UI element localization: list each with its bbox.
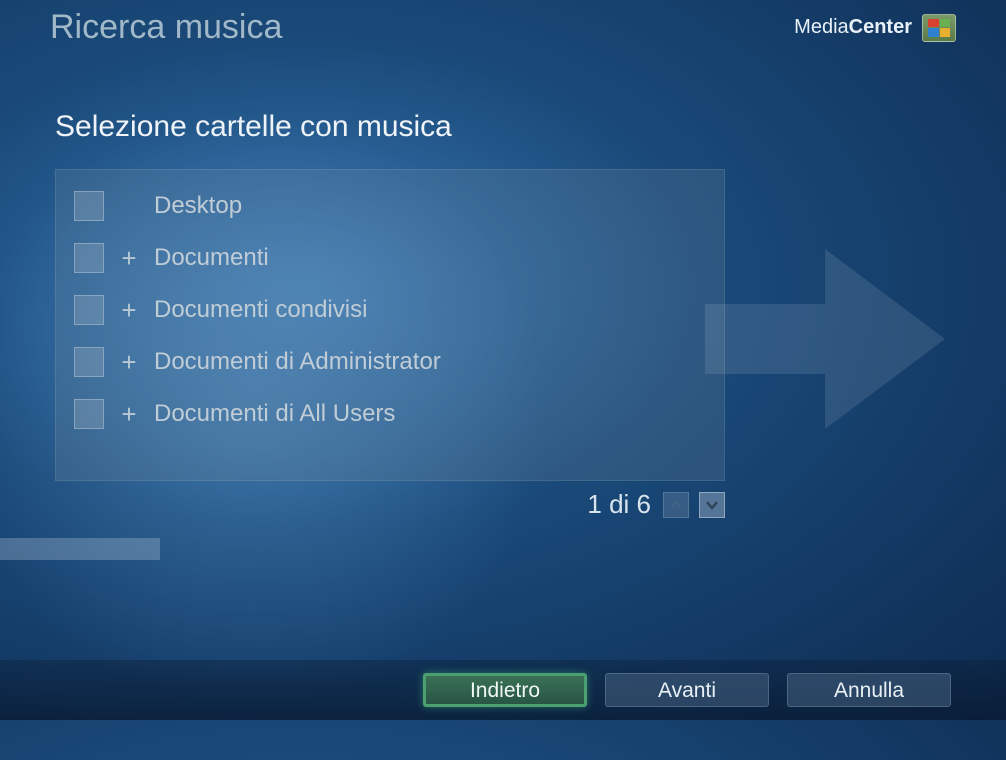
subtitle: Selezione cartelle con musica xyxy=(55,110,1006,144)
folder-checkbox[interactable] xyxy=(74,347,104,377)
folder-label: Documenti di All Users xyxy=(154,400,395,428)
chevron-down-icon xyxy=(705,500,719,510)
folder-label: Documenti condivisi xyxy=(154,296,367,324)
folder-checkbox[interactable] xyxy=(74,399,104,429)
folder-row[interactable]: + Documenti di All Users xyxy=(56,388,724,440)
folder-checkbox[interactable] xyxy=(74,295,104,325)
folder-row[interactable]: + Documenti di Administrator xyxy=(56,336,724,388)
folder-label: Documenti xyxy=(154,244,269,272)
folder-row[interactable]: Desktop xyxy=(56,180,724,232)
scroll-down-button[interactable] xyxy=(699,492,725,518)
folder-label: Desktop xyxy=(154,192,242,220)
expand-icon[interactable]: + xyxy=(104,347,154,378)
folder-row[interactable]: + Documenti xyxy=(56,232,724,284)
folder-row[interactable]: + Documenti condivisi xyxy=(56,284,724,336)
next-button[interactable]: Avanti xyxy=(605,673,769,707)
pager: 1 di 6 xyxy=(55,489,725,520)
pager-text: 1 di 6 xyxy=(587,489,651,520)
expand-icon[interactable]: + xyxy=(104,399,154,430)
back-button[interactable]: Indietro xyxy=(423,673,587,707)
folder-label: Documenti di Administrator xyxy=(154,348,441,376)
brand: MediaCenter xyxy=(794,14,956,42)
content-area: Desktop + Documenti + Documenti condivis… xyxy=(55,169,1006,520)
folder-checkbox[interactable] xyxy=(74,191,104,221)
folder-checkbox[interactable] xyxy=(74,243,104,273)
windows-logo-icon xyxy=(922,14,956,42)
expand-icon[interactable]: + xyxy=(104,243,154,274)
brand-text: MediaCenter xyxy=(794,16,912,39)
footer: Indietro Avanti Annulla xyxy=(0,660,1006,720)
scroll-up-button[interactable] xyxy=(663,492,689,518)
cancel-button[interactable]: Annulla xyxy=(787,673,951,707)
page-title: Ricerca musica xyxy=(50,8,282,47)
brand-thin: Media xyxy=(794,16,848,38)
header: Ricerca musica MediaCenter xyxy=(0,0,1006,55)
arrow-right-icon xyxy=(695,229,955,449)
chevron-up-icon xyxy=(669,500,683,510)
brand-bold: Center xyxy=(849,16,912,38)
folder-list: Desktop + Documenti + Documenti condivis… xyxy=(55,169,725,481)
expand-icon[interactable]: + xyxy=(104,295,154,326)
decorative-stripe xyxy=(0,538,160,560)
